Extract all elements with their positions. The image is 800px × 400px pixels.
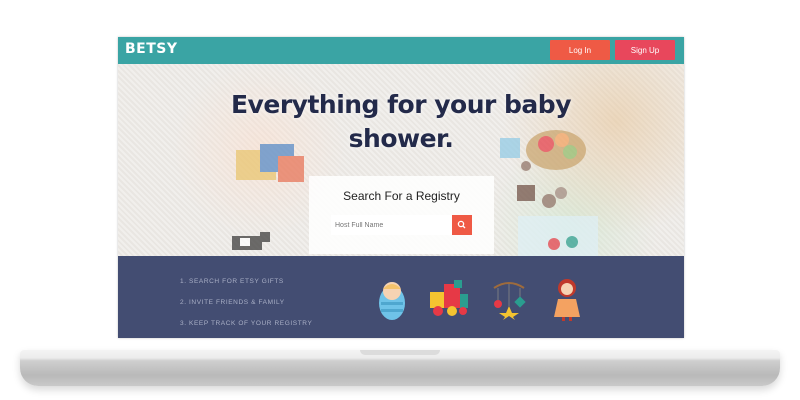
step-item: 3. KEEP TRACK OF YOUR REGISTRY — [180, 320, 313, 327]
features-band: 1. SEARCH FOR ETSY GIFTS 2. INVITE FRIEN… — [118, 256, 684, 338]
toy-cow-image — [232, 232, 270, 250]
host-name-input[interactable] — [331, 215, 456, 235]
laptop-screen: BETSY Log In Sign Up Everything for your… — [118, 37, 684, 338]
steps-list: 1. SEARCH FOR ETSY GIFTS 2. INVITE FRIEN… — [180, 276, 312, 338]
toy-book-magnet-image — [518, 216, 598, 256]
search-button[interactable] — [452, 215, 472, 235]
signup-button[interactable]: Sign Up — [615, 40, 675, 60]
navbar: BETSY Log In Sign Up — [118, 37, 684, 64]
laptop-notch — [360, 350, 440, 355]
login-button[interactable]: Log In — [550, 40, 610, 60]
logo[interactable]: BETSY — [125, 41, 178, 57]
toy-train-icon — [430, 280, 468, 316]
registry-search-card: Search For a Registry — [309, 176, 494, 254]
baby-mobile-icon — [493, 282, 526, 320]
search-title: Search For a Registry — [343, 189, 460, 203]
step-item: 1. SEARCH FOR ETSY GIFTS — [180, 278, 284, 285]
baby-icon — [379, 282, 405, 320]
laptop-base — [20, 350, 780, 386]
hero-title: Everything for your baby shower. — [230, 90, 572, 153]
toy-nuts-image — [517, 185, 567, 208]
step-item: 2. INVITE FRIENDS & FAMILY — [180, 299, 285, 306]
search-icon — [457, 220, 466, 229]
hero-section: Everything for your baby shower. Search … — [118, 64, 684, 256]
doll-icon — [554, 279, 580, 321]
